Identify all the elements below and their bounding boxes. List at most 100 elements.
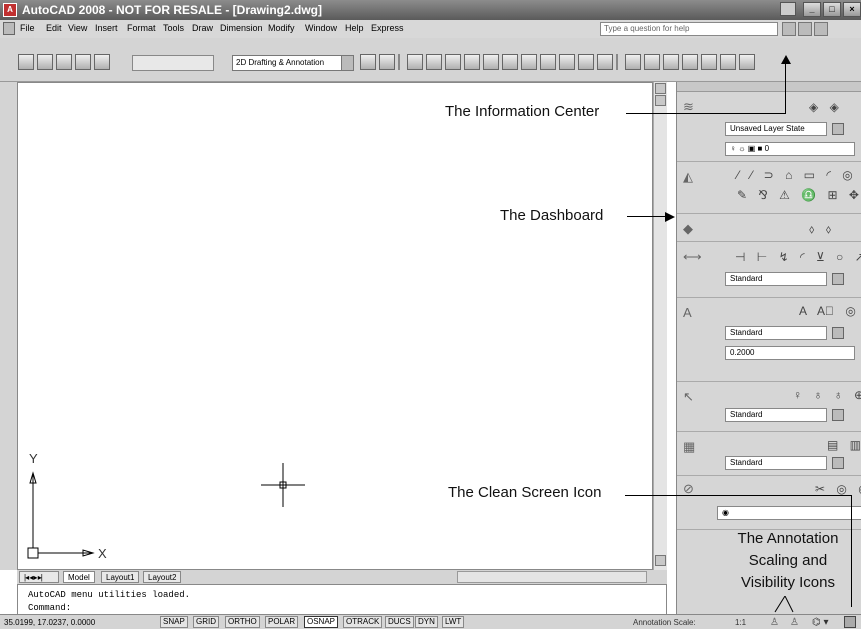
multileader-icon[interactable]: ↖	[683, 390, 699, 404]
workspace-list-select[interactable]	[132, 55, 214, 71]
search-icon[interactable]	[782, 22, 796, 36]
tab-navigation-icon[interactable]: |◂ ◂ ▸ ▸|	[19, 571, 59, 583]
dim-style-select[interactable]: Standard	[725, 272, 827, 286]
vertical-scrollbar[interactable]	[653, 82, 667, 570]
multileader-tools-icon[interactable]: ♀ ♁ ♁ ⊕	[793, 388, 861, 402]
dimension-icon[interactable]: ⟷	[683, 250, 702, 264]
menu-file[interactable]: File	[20, 23, 35, 33]
lwt-toggle[interactable]: LWT	[442, 616, 465, 628]
grid-toggle[interactable]: GRID	[193, 616, 219, 628]
clean-screen-icon[interactable]	[844, 616, 856, 628]
document-icon[interactable]	[3, 22, 15, 35]
tab-model[interactable]: Model	[63, 571, 95, 583]
command-window[interactable]: AutoCAD menu utilities loaded. Command:	[17, 584, 667, 616]
tab-layout2[interactable]: Layout2	[143, 571, 182, 583]
text-style-select[interactable]: Standard	[725, 326, 827, 340]
layer-state-select[interactable]: Unsaved Layer State	[725, 122, 827, 136]
publish-icon[interactable]	[502, 54, 518, 70]
cut-icon[interactable]	[540, 54, 556, 70]
modify-tools-icon[interactable]: ✎ ⅋ ⚠ ♎ ⊞ ✥ ↻	[737, 188, 861, 202]
dimension-tools-icon[interactable]: ⊣ ⊢ ↯ ◜ ⊻ ○ ↗	[735, 250, 861, 264]
text-height-input[interactable]: 0.2000	[725, 346, 855, 360]
menu-insert[interactable]: Insert	[95, 23, 118, 33]
pan-icon[interactable]	[625, 54, 641, 70]
settings-icon[interactable]	[75, 54, 91, 70]
scroll-down-icon[interactable]	[655, 555, 666, 566]
chevron-down-icon[interactable]	[341, 56, 353, 70]
tool-palettes-icon[interactable]	[701, 54, 717, 70]
match-icon[interactable]	[521, 54, 537, 70]
polar-toggle[interactable]: POLAR	[265, 616, 299, 628]
menu-modify[interactable]: Modify	[268, 23, 295, 33]
open-icon[interactable]	[426, 54, 442, 70]
preview-icon[interactable]	[483, 54, 499, 70]
table-icon[interactable]: ▦	[683, 440, 699, 454]
toolbar-icon[interactable]	[56, 54, 72, 70]
chevron-down-icon[interactable]	[832, 273, 844, 285]
layer-tools-icon[interactable]: ◈ ◈	[809, 100, 843, 114]
menu-dimension[interactable]: Dimension	[220, 23, 263, 33]
menu-view[interactable]: View	[68, 23, 87, 33]
favorites-icon[interactable]	[814, 22, 828, 36]
communication-center-icon[interactable]	[798, 22, 812, 36]
ducs-toggle[interactable]: DUCS	[385, 616, 414, 628]
horizontal-scrollbar[interactable]	[457, 571, 647, 583]
scroll-up-icon[interactable]	[655, 95, 666, 106]
workspace-save-icon[interactable]	[94, 54, 110, 70]
scroll-up-icon[interactable]	[655, 83, 666, 94]
maximize-button[interactable]: □	[823, 2, 841, 17]
autocad-logo-icon[interactable]: A	[3, 3, 17, 17]
text-tools-icon[interactable]: A A⃞ ◎	[799, 304, 860, 318]
tool-palette-icon[interactable]	[37, 54, 53, 70]
draw-tools-icon[interactable]: ⁄ ⁄ ⊃ ⌂ ▭ ◜ ◎	[737, 168, 857, 182]
customize-icon[interactable]	[379, 54, 395, 70]
menu-express[interactable]: Express	[371, 23, 404, 33]
chevron-down-icon[interactable]	[832, 409, 844, 421]
help-icon[interactable]	[780, 2, 796, 16]
coordinates-readout[interactable]: 35.0199, 17.0237, 0.0000	[4, 616, 95, 629]
mleader-style-select[interactable]: Standard	[725, 408, 827, 422]
otrack-toggle[interactable]: OTRACK	[343, 616, 383, 628]
chevron-down-icon[interactable]	[832, 123, 844, 135]
workspace-icon[interactable]	[18, 54, 34, 70]
navigate-icon[interactable]: ⊘	[683, 482, 699, 496]
new-icon[interactable]	[407, 54, 423, 70]
table-style-select[interactable]: Standard	[725, 456, 827, 470]
snap-toggle[interactable]: SNAP	[160, 616, 188, 628]
menu-tools[interactable]: Tools	[163, 23, 184, 33]
print-icon[interactable]	[464, 54, 480, 70]
annotation-scale-value[interactable]: 1:1	[735, 616, 746, 629]
text-icon[interactable]: A	[683, 306, 699, 320]
layer-select[interactable]: ♀ ☼ ▣ ■ 0	[725, 142, 855, 156]
chevron-down-icon[interactable]	[832, 457, 844, 469]
menu-format[interactable]: Format	[127, 23, 156, 33]
workspace-settings-icon[interactable]	[360, 54, 376, 70]
properties-icon[interactable]	[663, 54, 679, 70]
menu-edit[interactable]: Edit	[46, 23, 62, 33]
undo-icon[interactable]	[578, 54, 594, 70]
chevron-down-icon[interactable]	[832, 327, 844, 339]
auto-scale-icon[interactable]: ♙	[790, 616, 799, 629]
minimize-button[interactable]: _	[803, 2, 821, 17]
close-button[interactable]: ×	[843, 2, 861, 17]
layer-settings-icon[interactable]: ◆	[683, 222, 699, 236]
help-icon[interactable]	[739, 54, 755, 70]
view-select[interactable]: ◉	[717, 506, 861, 520]
workspace-select[interactable]: 2D Drafting & Annotation	[232, 55, 354, 71]
sheet-set-icon[interactable]	[720, 54, 736, 70]
redo-icon[interactable]	[597, 54, 613, 70]
annotation-visibility-icon[interactable]: ♙	[770, 616, 779, 629]
tab-layout1[interactable]: Layout1	[101, 571, 140, 583]
menu-draw[interactable]: Draw	[192, 23, 213, 33]
menu-help[interactable]: Help	[345, 23, 364, 33]
layers-icon[interactable]: ≋	[683, 100, 699, 114]
save-icon[interactable]	[445, 54, 461, 70]
ortho-toggle[interactable]: ORTHO	[225, 616, 260, 628]
navigate-tools-icon[interactable]: ✂ ◎ ◉	[815, 482, 861, 496]
draw-icon[interactable]: ◭	[683, 170, 699, 184]
table-tools-icon[interactable]: ▤ ▥	[827, 438, 861, 452]
dyn-toggle[interactable]: DYN	[415, 616, 438, 628]
design-center-icon[interactable]	[682, 54, 698, 70]
zoom-icon[interactable]	[644, 54, 660, 70]
help-search-input[interactable]: Type a question for help	[600, 22, 778, 36]
